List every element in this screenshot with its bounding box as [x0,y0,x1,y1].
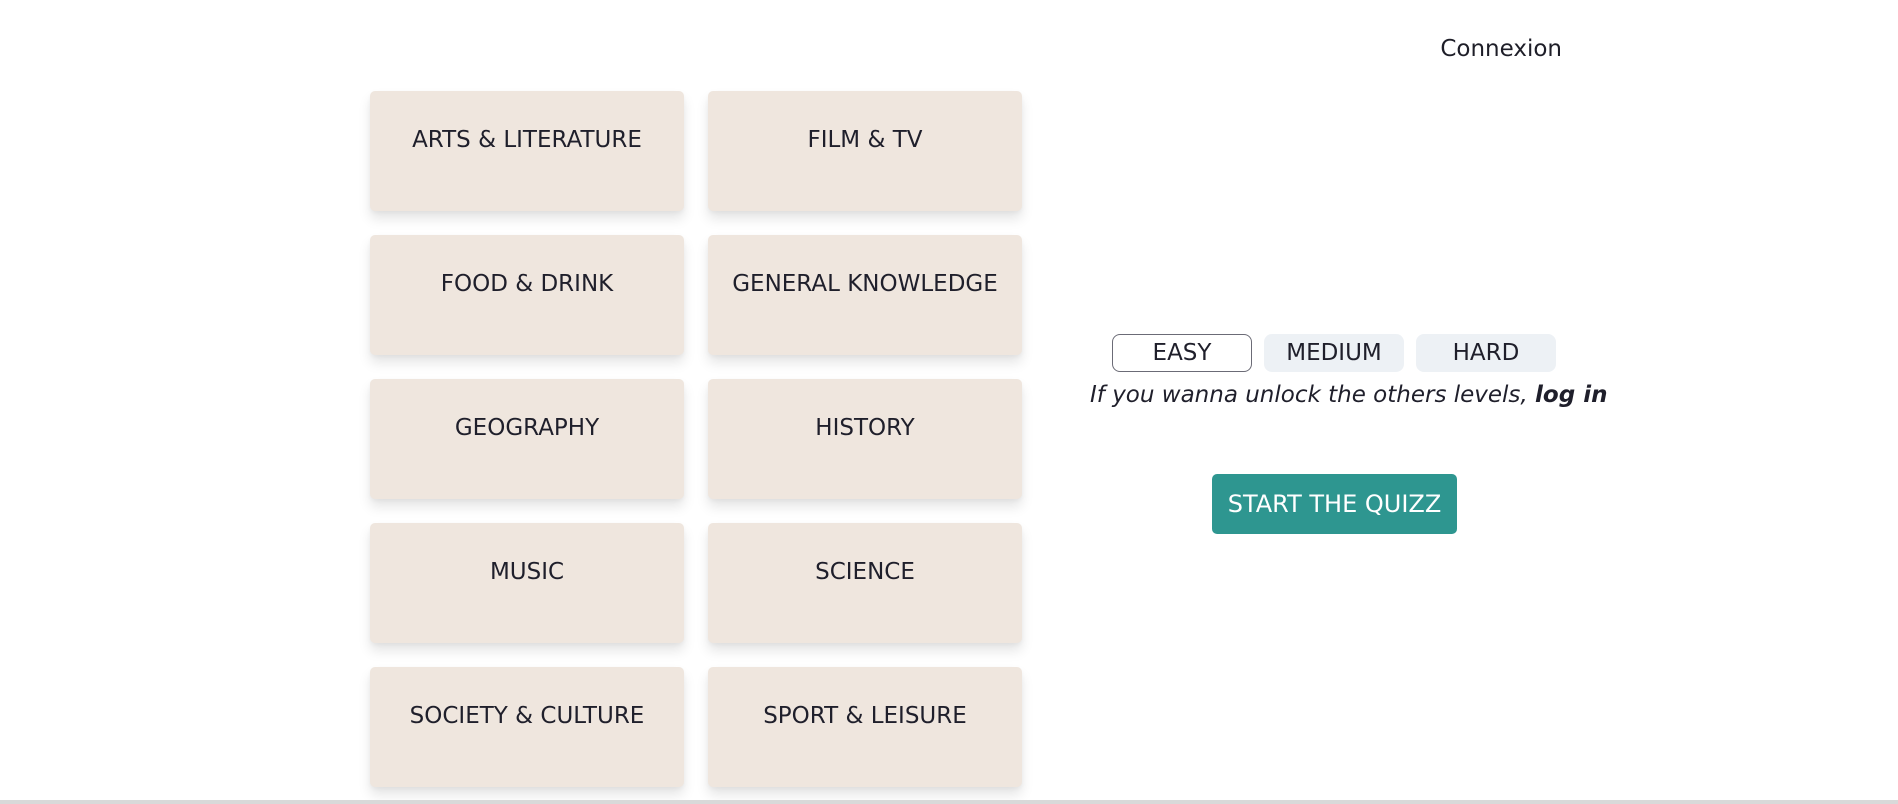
category-card-arts-literature[interactable]: ARTS & LITERATURE [370,91,684,211]
category-label: SPORT & LEISURE [763,703,967,729]
category-card-film-tv[interactable]: FILM & TV [708,91,1022,211]
start-quiz-button[interactable]: START THE QUIZZ [1212,474,1457,534]
unlock-note-text: If you wanna unlock the others levels, [1090,382,1536,408]
category-label: GEOGRAPHY [454,415,600,441]
category-card-sport-leisure[interactable]: SPORT & LEISURE [708,667,1022,787]
category-label: FOOD & DRINK [440,271,614,297]
category-card-music[interactable]: MUSIC [370,523,684,643]
connexion-link[interactable]: Connexion [1420,36,1562,62]
category-label: HISTORY [815,415,915,441]
level-easy-button[interactable]: EASY [1112,334,1252,372]
category-card-food-drink[interactable]: FOOD & DRINK [370,235,684,355]
level-medium-button[interactable]: MEDIUM [1264,334,1404,372]
category-card-society-culture[interactable]: SOCIETY & CULTURE [370,667,684,787]
difficulty-selector: EASY MEDIUM HARD [1112,334,1556,372]
category-label: FILM & TV [807,127,923,153]
category-label: GENERAL KNOWLEDGE [732,271,998,297]
level-hard-button[interactable]: HARD [1416,334,1556,372]
category-label: ARTS & LITERATURE [412,127,642,153]
category-card-general-knowledge[interactable]: GENERAL KNOWLEDGE [708,235,1022,355]
category-card-geography[interactable]: GEOGRAPHY [370,379,684,499]
category-grid: ARTS & LITERATURE FILM & TV FOOD & DRINK… [370,91,1022,787]
category-label: SOCIETY & CULTURE [409,703,645,729]
category-card-science[interactable]: SCIENCE [708,523,1022,643]
unlock-levels-note: If you wanna unlock the others levels, l… [1090,382,1607,408]
category-label: SCIENCE [815,559,915,585]
category-label: MUSIC [489,559,565,585]
login-link[interactable]: log in [1535,382,1607,408]
bottom-divider [0,800,1898,804]
quiz-setup-page: Connexion ARTS & LITERATURE FILM & TV FO… [0,0,1898,804]
category-card-history[interactable]: HISTORY [708,379,1022,499]
